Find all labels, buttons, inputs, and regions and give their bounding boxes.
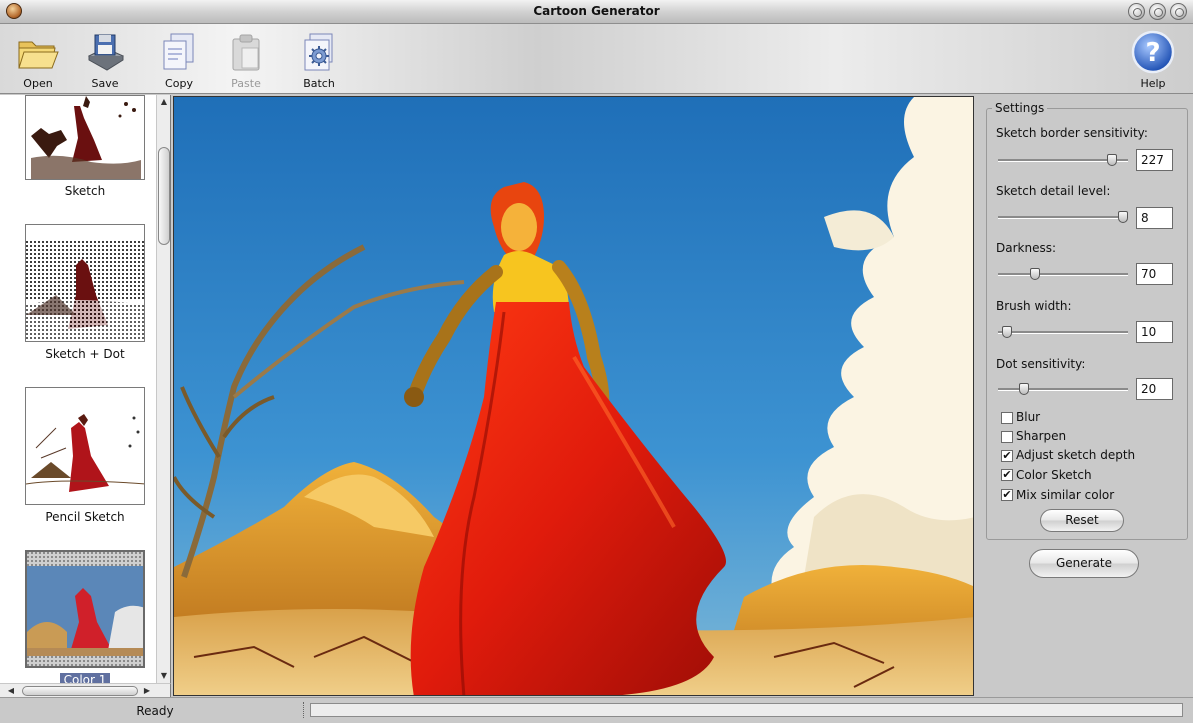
style-label-pencil-sketch[interactable]: Pencil Sketch: [0, 510, 170, 524]
color-sketch-checkbox[interactable]: ✔: [1001, 469, 1013, 481]
sketch-border-sensitivity-input[interactable]: 227: [1136, 149, 1173, 171]
dot-sensitivity-input[interactable]: 20: [1136, 378, 1173, 400]
cartoon-preview-image[interactable]: [173, 96, 974, 696]
style-label-sketch[interactable]: Sketch: [0, 184, 170, 198]
sketch-border-sensitivity-label: Sketch border sensitivity:: [996, 126, 1148, 140]
style-label-sketch-dot[interactable]: Sketch + Dot: [0, 347, 170, 361]
progress-bar: [310, 703, 1183, 717]
scroll-up-arrow-icon[interactable]: ▲: [157, 95, 170, 109]
folder-icon: [18, 41, 59, 69]
window-title: Cartoon Generator: [533, 4, 660, 18]
darkness-input[interactable]: 70: [1136, 263, 1173, 285]
scroll-right-arrow-icon[interactable]: ▶: [140, 684, 154, 698]
style-thumb-pencil-sketch[interactable]: [25, 387, 145, 505]
help-question-icon: ?: [1131, 30, 1175, 74]
blur-checkbox[interactable]: [1001, 412, 1013, 424]
dot-sensitivity-slider-thumb[interactable]: [1019, 383, 1029, 395]
paste-button[interactable]: Paste: [214, 28, 278, 90]
darkness-slider-thumb[interactable]: [1030, 268, 1040, 280]
close-button[interactable]: [1170, 3, 1187, 20]
style-list: Sketch Sketch + Dot Pencil Sketch Color …: [0, 95, 171, 683]
darkness-slider-track[interactable]: [998, 273, 1128, 276]
copy-button[interactable]: Copy: [147, 28, 211, 90]
brush-width-label: Brush width:: [996, 299, 1072, 313]
status-text: Ready: [136, 704, 174, 718]
style-thumb-sketch-dot[interactable]: [25, 224, 145, 342]
sketch-border-sensitivity-slider-thumb[interactable]: [1107, 154, 1117, 166]
dot-sensitivity-slider-track[interactable]: [998, 388, 1128, 391]
save-button[interactable]: Save: [73, 28, 137, 90]
style-list-vertical-scrollbar[interactable]: ▲ ▼: [156, 95, 170, 683]
sketch-detail-level-input[interactable]: 8: [1136, 207, 1173, 229]
brush-width-slider-track[interactable]: [998, 331, 1128, 334]
status-separator: [303, 702, 305, 718]
copy-icon: [163, 33, 194, 70]
brush-width-input[interactable]: 10: [1136, 321, 1173, 343]
batch-button[interactable]: Batch: [287, 28, 351, 90]
vertical-scroll-thumb[interactable]: [158, 147, 170, 245]
svg-text:?: ?: [1145, 38, 1160, 68]
minimize-button[interactable]: [1128, 3, 1145, 20]
sketch-detail-level-label: Sketch detail level:: [996, 184, 1111, 198]
status-bar: Ready: [0, 697, 1193, 723]
title-bar: Cartoon Generator: [0, 0, 1193, 24]
brush-width-slider-thumb[interactable]: [1002, 326, 1012, 338]
mix-similar-color-checkbox[interactable]: ✔: [1001, 489, 1013, 501]
sketch-detail-level-slider-track[interactable]: [998, 216, 1128, 219]
style-list-horizontal-scrollbar[interactable]: ◀ ▶: [0, 683, 171, 697]
scroll-left-arrow-icon[interactable]: ◀: [4, 684, 18, 698]
sharpen-label[interactable]: Sharpen: [1016, 429, 1066, 443]
dot-sensitivity-label: Dot sensitivity:: [996, 357, 1086, 371]
help-button[interactable]: ? Help: [1121, 28, 1185, 90]
color-sketch-label[interactable]: Color Sketch: [1016, 468, 1092, 482]
paste-icon: [232, 34, 260, 71]
sharpen-checkbox[interactable]: [1001, 431, 1013, 443]
image-pane: [171, 95, 976, 697]
maximize-button[interactable]: [1149, 3, 1166, 20]
blur-label[interactable]: Blur: [1016, 410, 1040, 424]
horizontal-scroll-thumb[interactable]: [22, 686, 138, 696]
scroll-down-arrow-icon[interactable]: ▼: [157, 669, 170, 683]
reset-button[interactable]: Reset: [1040, 509, 1124, 532]
sketch-detail-level-slider-thumb[interactable]: [1118, 211, 1128, 223]
adjust-sketch-depth-checkbox[interactable]: ✔: [1001, 450, 1013, 462]
style-label-color-1[interactable]: Color 1: [0, 673, 170, 683]
darkness-label: Darkness:: [996, 241, 1057, 255]
toolbar: Open Save Copy Paste Batch ? Help: [0, 24, 1193, 94]
style-thumb-color-1[interactable]: [25, 550, 145, 668]
generate-button[interactable]: Generate: [1029, 549, 1139, 578]
style-thumb-sketch[interactable]: [25, 95, 145, 180]
mix-similar-color-label[interactable]: Mix similar color: [1016, 488, 1114, 502]
settings-title: Settings: [992, 101, 1048, 115]
batch-gear-icon: [304, 33, 333, 71]
save-disk-icon: [87, 34, 125, 71]
open-button[interactable]: Open: [6, 28, 70, 90]
adjust-sketch-depth-label[interactable]: Adjust sketch depth: [1016, 448, 1135, 462]
